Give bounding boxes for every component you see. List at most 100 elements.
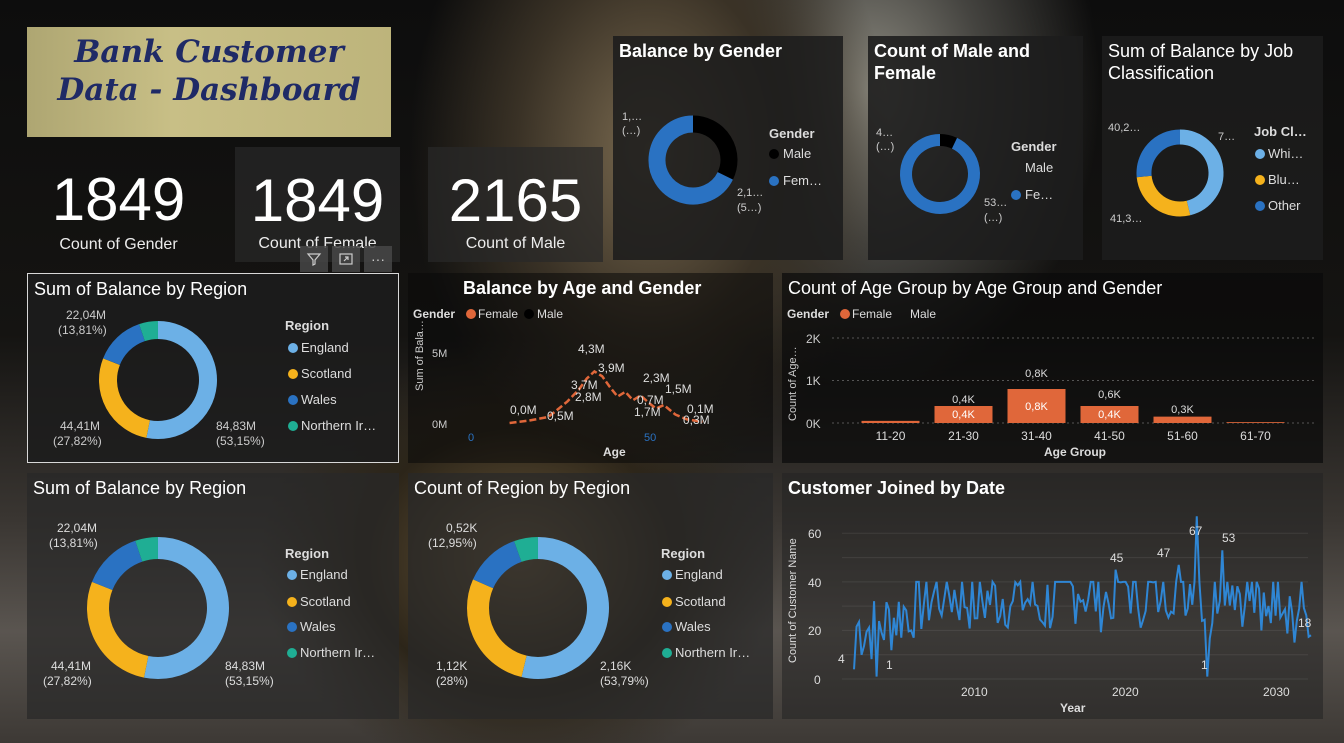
legend-item[interactable]: Blu… <box>1268 172 1300 187</box>
donut-slice-wales[interactable] <box>91 540 143 591</box>
donut-slice-england[interactable] <box>146 321 217 439</box>
legend-swatch <box>288 421 298 431</box>
legend-item[interactable]: England <box>675 567 723 582</box>
donut-slice-other[interactable] <box>1136 129 1181 178</box>
data-label: 2,8M <box>575 390 602 404</box>
y-tick: 2K <box>806 332 821 346</box>
data-label: 4 <box>838 652 845 666</box>
data-label: (53,15%) <box>216 434 265 448</box>
donut-chart-count-of-region: 0,52K (12,95%) 1,12K (28%) 2,16K (53,79%… <box>428 521 750 688</box>
donut-slice-northern-ireland[interactable] <box>135 537 159 562</box>
legend-item[interactable]: Northern Ir… <box>300 645 375 660</box>
legend-item[interactable]: Wales <box>675 619 711 634</box>
legend-item[interactable]: Male <box>783 146 811 161</box>
focus-mode-icon[interactable] <box>332 246 360 272</box>
legend-item[interactable]: Male <box>1025 160 1053 175</box>
data-label: 0,8K <box>1025 368 1048 380</box>
line-path-female[interactable] <box>509 369 703 425</box>
y-axis-title: Count of Customer Name <box>787 538 799 663</box>
data-label: 45 <box>1110 551 1124 565</box>
x-axis-title: Age <box>603 445 626 459</box>
donut-slice-england[interactable] <box>521 537 609 679</box>
panel-balance-by-gender[interactable]: Balance by Gender 1,… (…) 2,1… (5…) Gend… <box>613 36 843 260</box>
legend-item[interactable]: Female <box>478 307 518 321</box>
data-label: 1,… <box>622 111 642 123</box>
donut-slice-female[interactable] <box>900 134 980 214</box>
legend-item[interactable]: Wales <box>300 619 336 634</box>
visual-toolbar: ··· <box>300 246 392 272</box>
data-label: (12,95%) <box>428 536 477 550</box>
donut-slice-northern-ireland[interactable] <box>514 537 539 563</box>
legend-item[interactable]: Scotland <box>301 366 352 381</box>
data-label: 0,5M <box>547 409 574 423</box>
legend-item[interactable]: Fe… <box>1025 187 1053 202</box>
kpi-value: 1849 <box>51 166 186 233</box>
y-tick: 0 <box>814 673 821 687</box>
donut-slice-wales[interactable] <box>473 541 522 589</box>
donut-slice-scotland[interactable] <box>99 358 151 438</box>
y-tick: 40 <box>808 576 822 590</box>
panel-balance-by-region-selected[interactable]: Sum of Balance by Region 22,04M (13,81%)… <box>27 273 399 463</box>
legend-item[interactable]: Scotland <box>300 594 351 609</box>
donut-slice-england[interactable] <box>144 537 229 679</box>
legend-swatch <box>1255 175 1265 185</box>
legend-item[interactable]: Northern Ir… <box>301 418 376 433</box>
bar-female[interactable] <box>1153 416 1212 423</box>
data-label: 18 <box>1298 616 1312 630</box>
kpi-value: 1849 <box>250 167 385 234</box>
donut-chart-balance-by-region: 22,04M (13,81%) 44,41M (27,82%) 84,83M (… <box>53 308 376 448</box>
legend-item[interactable]: England <box>301 340 349 355</box>
panel-balance-by-job[interactable]: Sum of Balance by Job Classification 40,2… <box>1102 36 1323 260</box>
data-label: 1,5M <box>665 382 692 396</box>
donut-chart-count-male-female: 4… (…) 53… (…) Gender Male Fe… <box>876 127 1057 224</box>
y-tick: 0M <box>432 419 447 431</box>
legend-swatch-female <box>840 309 850 319</box>
panel-balance-by-region[interactable]: Sum of Balance by Region 22,04M (13,81%)… <box>27 473 399 719</box>
data-label: 2,16K <box>600 659 631 673</box>
donut-slice-scotland[interactable] <box>87 581 149 678</box>
panel-age-group-gender[interactable]: Count of Age Group by Age Group and Gend… <box>782 273 1323 463</box>
donut-chart-balance-by-job: 40,2… 7… 41,3… Job Cl… Whi… Blu… Other <box>1108 122 1307 225</box>
legend-item[interactable]: Scotland <box>675 594 726 609</box>
donut-slice-scotland[interactable] <box>467 579 528 678</box>
y-tick: 1K <box>806 374 821 388</box>
data-label: (…) <box>984 212 1002 224</box>
x-tick: 51-60 <box>1167 429 1198 443</box>
legend-item[interactable]: Wales <box>301 392 337 407</box>
kpi-value: 2165 <box>448 167 583 234</box>
donut-slice-white-collar[interactable] <box>1179 129 1224 216</box>
bar-female[interactable] <box>861 420 920 423</box>
bar-female[interactable] <box>1226 422 1285 423</box>
data-label: 7… <box>1218 131 1235 143</box>
legend-title: Gender <box>413 307 455 321</box>
kpi-card-count-of-female[interactable]: 1849 Count of Female <box>235 147 400 262</box>
legend-item[interactable]: Fem… <box>783 173 822 188</box>
legend-item[interactable]: Other <box>1268 198 1301 213</box>
data-label: 4… <box>876 127 893 139</box>
legend-item[interactable]: Whi… <box>1268 146 1303 161</box>
bar-series-female <box>861 389 1285 423</box>
legend-item[interactable]: Female <box>852 307 892 321</box>
legend-item[interactable]: Male <box>910 307 936 321</box>
panel-count-male-female[interactable]: Count of Male and Female 4… (…) 53… (…) G… <box>868 36 1083 260</box>
kpi-card-count-of-gender[interactable]: 1849 Count of Gender <box>36 160 201 260</box>
legend-item[interactable]: Northern Ir… <box>675 645 750 660</box>
legend-item[interactable]: Male <box>537 307 563 321</box>
panel-customer-joined-by-date[interactable]: Customer Joined by Date Count of Custome… <box>782 473 1323 719</box>
panel-balance-by-age-gender[interactable]: Balance by Age and Gender Gender Female … <box>408 273 773 463</box>
filter-icon[interactable] <box>300 246 328 272</box>
donut-slice-male[interactable] <box>939 134 958 149</box>
donut-slice-blue-collar[interactable] <box>1136 175 1191 217</box>
donut-slice-northern-ireland[interactable] <box>139 321 159 342</box>
donut-slice-wales[interactable] <box>103 324 146 366</box>
legend-item[interactable]: England <box>300 567 348 582</box>
dashboard-title-banner: Bank Customer Data - Dashboard <box>27 27 391 137</box>
more-options-icon[interactable]: ··· <box>364 246 392 272</box>
kpi-card-count-of-male[interactable]: 2165 Count of Male <box>428 147 603 262</box>
donut-chart-balance-by-region-2: 22,04M (13,81%) 44,41M (27,82%) 84,83M (… <box>43 521 375 688</box>
line-path-count[interactable] <box>853 516 1312 677</box>
legend-swatch <box>662 622 672 632</box>
panel-count-of-region[interactable]: Count of Region by Region 0,52K (12,95%)… <box>408 473 773 719</box>
donut-slice-male[interactable] <box>692 115 738 180</box>
line-chart-age-gender: Gender Female Male Sum of Bala… 5M 0M 0 … <box>413 307 714 459</box>
